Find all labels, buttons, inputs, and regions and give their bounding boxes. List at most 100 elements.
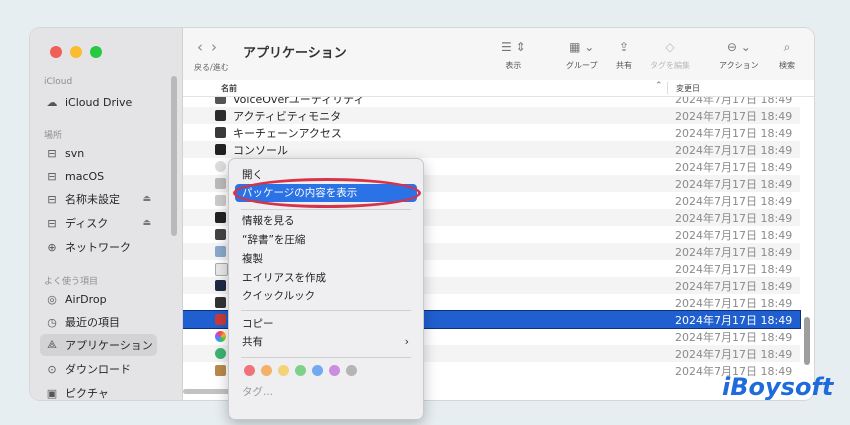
zoom-button[interactable] (90, 46, 102, 58)
file-date: 2024年7月17日 18:49 (675, 314, 793, 327)
picture-icon: ▣ (46, 386, 58, 400)
photos-icon (215, 331, 226, 342)
sidebar-item-recents[interactable]: ◷ 最近の項目 (40, 311, 157, 333)
sidebar-scrollbar[interactable] (171, 76, 177, 236)
menu-item-duplicate[interactable]: 複製 (235, 250, 417, 268)
sidebar-item-label: macOS (65, 169, 105, 183)
sidebar-item-label: svn (65, 146, 85, 160)
app-icon (215, 229, 226, 240)
search-label: 検索 (779, 61, 795, 70)
file-date: 2024年7月17日 18:49 (675, 127, 793, 140)
menu-item-make-alias[interactable]: エイリアスを作成 (235, 269, 417, 287)
sidebar-item-label: アプリケーション (65, 339, 153, 352)
sidebar-item-pictures[interactable]: ▣ ピクチャ (40, 382, 157, 401)
sidebar-item-applications[interactable]: ⟁ アプリケーション (40, 334, 157, 356)
group-label: グループ (566, 61, 598, 70)
app-icon (215, 161, 226, 172)
chevron-right-icon: › (404, 336, 409, 348)
search-icon: ⌕ (783, 40, 791, 54)
share-button[interactable]: ⇪ 共有 (616, 38, 632, 71)
edit-tags-button[interactable]: ◇ タグを編集 (650, 38, 690, 71)
table-row[interactable]: アクティビティモニタ 2024年7月17日 18:49 (183, 107, 800, 124)
tag-icon: ◇ (665, 40, 675, 54)
menu-item-copy[interactable]: コピー (235, 315, 417, 333)
minimize-button[interactable] (70, 46, 82, 58)
column-header: 名前 ⌃ 変更日 (183, 80, 814, 97)
activity-monitor-icon (215, 110, 226, 121)
sidebar-item-macos[interactable]: ⊟ macOS (40, 165, 157, 187)
apps-icon: ⟁ (47, 338, 57, 351)
menu-item-compress[interactable]: “辞書”を圧縮 (235, 231, 417, 249)
drive-icon: ⊟ (47, 192, 57, 206)
view-button[interactable]: ☰ ⇕ 表示 (501, 38, 526, 71)
chevron-right-icon[interactable]: › (211, 38, 225, 56)
column-divider[interactable] (667, 82, 668, 94)
file-date: 2024年7月17日 18:49 (675, 348, 793, 361)
tag-purple-icon[interactable] (329, 365, 340, 376)
chevron-left-icon[interactable]: ‹ (197, 38, 211, 56)
eject-icon[interactable]: ⏏ (142, 194, 151, 204)
table-row[interactable]: キーチェーンアクセス 2024年7月17日 18:49 (183, 124, 800, 141)
drive-icon: ⊟ (47, 146, 57, 160)
menu-item-share-label: 共有 (242, 336, 263, 348)
sort-chevron-icon[interactable]: ⌃ (655, 81, 663, 91)
tag-gray-icon[interactable] (346, 365, 357, 376)
drive-icon: ⊟ (47, 216, 57, 230)
share-label: 共有 (616, 61, 632, 70)
tag-orange-icon[interactable] (261, 365, 272, 376)
close-button[interactable] (50, 46, 62, 58)
menu-item-get-info[interactable]: 情報を見る (235, 212, 417, 230)
tag-blue-icon[interactable] (312, 365, 323, 376)
file-date: 2024年7月17日 18:49 (675, 229, 793, 242)
app-icon (215, 246, 226, 257)
tag-yellow-icon[interactable] (278, 365, 289, 376)
sidebar-item-label: ネットワーク (65, 241, 131, 254)
tag-color-row (244, 365, 357, 376)
column-name[interactable]: 名前 (221, 83, 237, 94)
brand-watermark: iBoysoft (722, 373, 834, 401)
file-date: 2024年7月17日 18:49 (675, 144, 793, 157)
table-row[interactable]: VoiceOverユーティリティ 2024年7月17日 18:49 (183, 97, 800, 107)
sidebar-item-label: ディスク (65, 217, 109, 230)
sidebar-item-icloud-drive[interactable]: ☁ iCloud Drive (40, 91, 157, 113)
action-button[interactable]: ⊖ ⌄ アクション (719, 38, 759, 71)
sidebar: iCloud ☁ iCloud Drive 場所 ⊟ svn ⊟ macOS ⊟… (30, 28, 183, 400)
menu-item-tags[interactable]: タグ... (235, 383, 417, 401)
table-row[interactable]: コンソール 2024年7月17日 18:49 (183, 141, 800, 158)
file-date: 2024年7月17日 18:49 (675, 263, 793, 276)
tag-red-icon[interactable] (244, 365, 255, 376)
keychain-icon (215, 127, 226, 138)
reminders-icon (215, 263, 228, 276)
find-my-icon (215, 348, 226, 359)
sidebar-item-airdrop[interactable]: ◎ AirDrop (40, 288, 157, 310)
back-forward-label: 戻る/進む (194, 63, 229, 72)
column-modified[interactable]: 変更日 (676, 83, 700, 94)
download-icon: ⊙ (47, 362, 57, 376)
eject-icon[interactable]: ⏏ (142, 218, 151, 228)
airdrop-icon: ◎ (47, 292, 57, 306)
app-icon (215, 212, 226, 223)
sidebar-item-network[interactable]: ⊕ ネットワーク (40, 236, 157, 258)
group-button[interactable]: ▦ ⌄ グループ (566, 38, 598, 71)
sidebar-item-disk[interactable]: ⊟ ディスク ⏏ (40, 212, 157, 234)
file-date: 2024年7月17日 18:49 (675, 297, 793, 310)
file-date: 2024年7月17日 18:49 (675, 212, 793, 225)
file-date: 2024年7月17日 18:49 (675, 246, 793, 259)
menu-item-quick-look[interactable]: クイックルック (235, 287, 417, 305)
menu-item-share[interactable]: 共有 › (235, 333, 417, 351)
back-forward-buttons[interactable]: ‹› (197, 38, 225, 56)
sidebar-item-untitled[interactable]: ⊟ 名称未設定 ⏏ (40, 188, 157, 210)
sidebar-item-label: 名称未設定 (65, 193, 120, 206)
sidebar-item-downloads[interactable]: ⊙ ダウンロード (40, 358, 157, 380)
file-name: コンソール (233, 144, 288, 157)
sidebar-item-label: iCloud Drive (65, 95, 133, 109)
sidebar-section-favorites: よく使う項目 (44, 277, 99, 287)
tag-green-icon[interactable] (295, 365, 306, 376)
sidebar-section-icloud: iCloud (44, 77, 73, 87)
list-scrollbar[interactable] (804, 317, 810, 365)
drive-icon: ⊟ (47, 169, 57, 183)
voiceover-app-icon (215, 97, 226, 104)
sidebar-item-svn[interactable]: ⊟ svn (40, 142, 157, 164)
list-view-icon: ☰ ⇕ (501, 40, 526, 54)
search-button[interactable]: ⌕ 検索 (779, 38, 795, 71)
